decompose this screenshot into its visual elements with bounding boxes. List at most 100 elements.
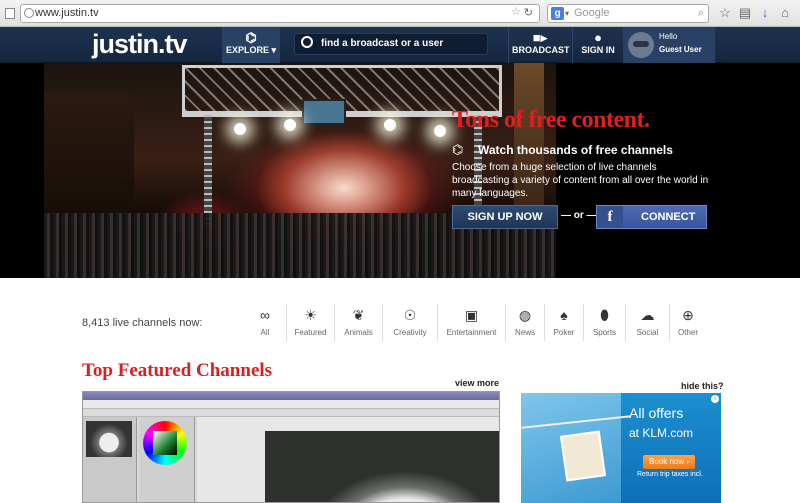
connect-label: CONNECT (641, 211, 696, 223)
sign-in-label: SIGN IN (581, 45, 615, 55)
paws-icon: ❦ (352, 307, 365, 323)
category-label: News (514, 328, 535, 337)
clipboard-icon[interactable]: ▤ (738, 6, 752, 20)
category-entertainment[interactable]: ▣ Entertainment (438, 304, 506, 341)
category-creativity[interactable]: ☉ Creativity (383, 304, 438, 341)
bookmark-star-icon[interactable]: ☆ (511, 4, 521, 21)
address-bar[interactable]: www.justin.tv ☆ ↻ (20, 4, 540, 23)
drawing-canvas (197, 417, 499, 502)
divider (508, 27, 509, 63)
stage-screen (302, 99, 346, 125)
category-all[interactable]: ∞ All (244, 304, 287, 341)
artwork (265, 431, 499, 502)
hero-banner: Tons of free content. ⌬ Watch thousands … (0, 63, 800, 278)
building-left (44, 93, 134, 223)
truss-leg (204, 115, 212, 225)
category-label: Social (636, 328, 659, 337)
lightbulb-icon: ☉ (403, 307, 417, 323)
plus-circle-icon: ⊕ (682, 307, 694, 323)
broadcast-label: BROADCAST (512, 45, 570, 55)
category-label: Sports (592, 328, 617, 337)
app-titlebar (83, 392, 499, 400)
category-label: Entertainment (446, 328, 497, 337)
color-panel (139, 417, 195, 502)
bookmark-star-icon[interactable]: ☆ (718, 6, 732, 20)
url-text: www.justin.tv (35, 7, 99, 19)
stage-light (234, 123, 246, 135)
klm-advertisement[interactable]: All offers at KLM.com Book now › Return … (521, 393, 721, 503)
ad-book-now-button[interactable]: Book now › (643, 455, 695, 469)
infinity-icon: ∞ (260, 307, 270, 323)
avatar (628, 32, 654, 58)
app-menubar (83, 400, 499, 409)
ad-choices-icon[interactable]: i (711, 395, 719, 403)
site-search-placeholder: find a broadcast or a user (321, 38, 444, 49)
category-sports[interactable]: ⬮ Sports (584, 304, 626, 341)
site-search-input[interactable]: find a broadcast or a user (294, 33, 488, 55)
explore-button[interactable]: ⌬ EXPLORE ▾ (222, 27, 280, 63)
home-icon[interactable]: ⌂ (778, 6, 792, 20)
category-label: Poker (553, 328, 575, 337)
category-news[interactable]: ◍ News (506, 304, 545, 341)
site-header: justin.tv ⌬ EXPLORE ▾ find a broadcast o… (0, 27, 800, 63)
cards-icon: ♠ (560, 307, 568, 323)
featured-title: Top Featured Channels (82, 360, 273, 381)
ad-fineprint: Return trip taxes incl. (637, 471, 703, 478)
football-icon: ⬮ (600, 307, 609, 323)
facebook-connect-button[interactable]: f CONNECT (596, 205, 707, 229)
facebook-icon: f (597, 206, 623, 228)
color-wheel (143, 421, 187, 465)
featured-video-player[interactable] (82, 391, 500, 503)
stage-light (284, 119, 296, 131)
category-label: Other (677, 328, 698, 337)
browser-search-field[interactable]: g ▾ Google ⌕ (547, 4, 709, 23)
download-icon[interactable]: ↓ (758, 6, 772, 20)
hello-text: Hello (659, 32, 678, 41)
video-camera-icon: ■▸ (532, 30, 548, 45)
stage-light (384, 119, 396, 131)
category-label: Animals (344, 328, 373, 337)
navigator-thumbnail (86, 421, 132, 457)
binoculars-icon: ⌬ (245, 30, 257, 45)
sign-up-button[interactable]: SIGN UP NOW (452, 205, 558, 229)
google-icon: g (551, 7, 564, 20)
chevron-down-icon[interactable]: ▾ (565, 5, 569, 22)
ad-postcard (559, 430, 607, 482)
ad-subline: at KLM.com (629, 426, 694, 440)
category-social[interactable]: ☁ Social (626, 304, 670, 341)
category-poker[interactable]: ♠ Poker (545, 304, 584, 341)
category-animals[interactable]: ❦ Animals (335, 304, 383, 341)
user-icon: ● (594, 30, 602, 45)
view-more-link[interactable]: view more (455, 378, 499, 388)
hero-title: Tons of free content. (452, 107, 650, 133)
category-label: All (260, 328, 270, 337)
category-other[interactable]: ⊕ Other (670, 304, 706, 341)
clapperboard-icon: ▣ (464, 307, 479, 323)
stage-light (434, 125, 446, 137)
guest-user-text: Guest User (659, 45, 702, 54)
chat-icon: ☁ (640, 307, 655, 323)
category-label: Creativity (393, 328, 427, 337)
page-icon (5, 8, 15, 19)
user-menu[interactable]: Hello Guest User (623, 27, 715, 63)
site-logo[interactable]: justin.tv (92, 29, 188, 60)
hero-subtitle: Watch thousands of free channels (478, 143, 673, 157)
app-toolbar (83, 409, 499, 417)
hero-description: Choose from a huge selection of live cha… (452, 162, 709, 199)
search-icon[interactable]: ⌕ (698, 5, 704, 22)
hide-ad-link[interactable]: hide this? (681, 381, 724, 391)
binoculars-icon: ⌬ (452, 142, 464, 157)
category-label: Featured (294, 328, 327, 337)
browser-search-placeholder: Google (574, 7, 610, 19)
search-icon (301, 36, 313, 48)
explore-label: EXPLORE (225, 45, 269, 55)
broadcast-button[interactable]: ■▸ BROADCAST (512, 27, 570, 63)
globe-icon (24, 8, 34, 18)
category-featured[interactable]: ☀ Featured (287, 304, 335, 341)
sun-icon: ☀ (304, 307, 317, 323)
sign-in-button[interactable]: ● SIGN IN (576, 27, 620, 63)
reload-icon[interactable]: ↻ (524, 5, 533, 22)
or-separator: — or — (561, 210, 597, 221)
ad-headline: All offers (629, 405, 684, 421)
navigator-panel (83, 417, 137, 502)
